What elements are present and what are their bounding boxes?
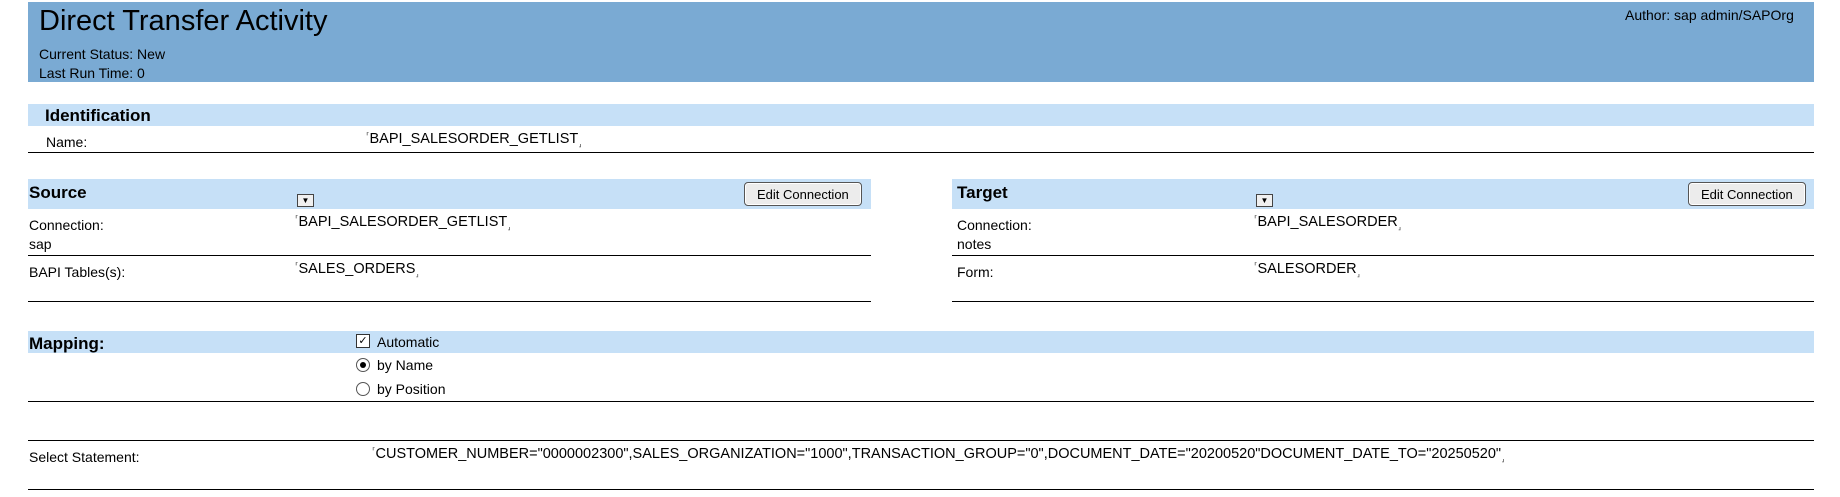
name-label: Name: [46,134,88,150]
field-close-mark: ⸥ [578,138,582,148]
by-name-radio[interactable] [356,358,370,372]
target-connection-field[interactable]: ⸢BAPI_SALESORDER⸥ [1254,214,1401,232]
divider [952,301,1814,302]
form-field[interactable]: ⸢SALESORDER⸥ [1254,261,1360,279]
current-status: Current Status: New [39,46,166,62]
divider [952,255,1814,256]
name-field[interactable]: ⸢BAPI_SALESORDER_GETLIST⸥ [366,131,582,149]
field-close-mark: ⸥ [415,268,419,278]
select-statement-label: Select Statement: [29,449,140,465]
mapping-heading: Mapping: [29,334,105,353]
divider [28,301,871,302]
automatic-label: Automatic [377,334,440,350]
divider [28,152,1814,153]
name-value: BAPI_SALESORDER_GETLIST [369,131,579,147]
bapi-tables-field[interactable]: ⸢SALES_ORDERS⸥ [295,261,419,279]
source-connection-value: BAPI_SALESORDER_GETLIST [298,214,508,230]
by-position-label: by Position [377,381,446,397]
source-dropdown-icon[interactable]: ▼ [297,194,314,207]
field-close-mark: ⸥ [1397,221,1402,231]
target-connection-value: BAPI_SALESORDER [1257,214,1398,230]
field-close-mark: ⸥ [1501,453,1505,463]
divider [28,401,1814,402]
bapi-tables-label: BAPI Tables(s): [29,264,126,280]
source-heading: Source [29,183,87,202]
source-connection-label: Connection: [29,217,104,233]
target-edit-connection-button[interactable]: Edit Connection [1688,182,1806,206]
form-value: SALESORDER [1257,261,1357,277]
mapping-band [28,331,1814,353]
select-statement-value: CUSTOMER_NUMBER="0000002300",SALES_ORGAN… [375,446,1502,462]
last-run-time: Last Run Time: 0 [39,65,145,81]
source-connection-field[interactable]: ⸢BAPI_SALESORDER_GETLIST⸥ [295,214,511,232]
field-close-mark: ⸥ [507,221,511,231]
target-dropdown-icon[interactable]: ▼ [1256,194,1273,207]
bapi-tables-value: SALES_ORDERS [298,261,416,277]
target-heading: Target [957,183,1008,202]
by-position-radio[interactable] [356,382,370,396]
page-title: Direct Transfer Activity [39,5,328,37]
target-band [952,179,1814,209]
identification-heading: Identification [45,106,151,125]
by-name-label: by Name [377,357,434,373]
target-connection-label: Connection: [957,217,1032,233]
author-label: Author: sap admin/SAPOrg [1625,7,1794,23]
divider [28,255,871,256]
field-close-mark: ⸥ [1356,268,1361,278]
divider [28,489,1814,490]
divider [28,440,1814,441]
identification-band [28,104,1814,126]
form-label: Form: [957,264,994,280]
automatic-checkbox[interactable]: ✓ [356,334,370,348]
select-statement-field[interactable]: ⸢CUSTOMER_NUMBER="0000002300",SALES_ORGA… [372,446,1505,464]
source-connection-type: sap [29,236,52,252]
source-edit-connection-button[interactable]: Edit Connection [744,182,862,206]
target-connection-type: notes [957,236,992,252]
